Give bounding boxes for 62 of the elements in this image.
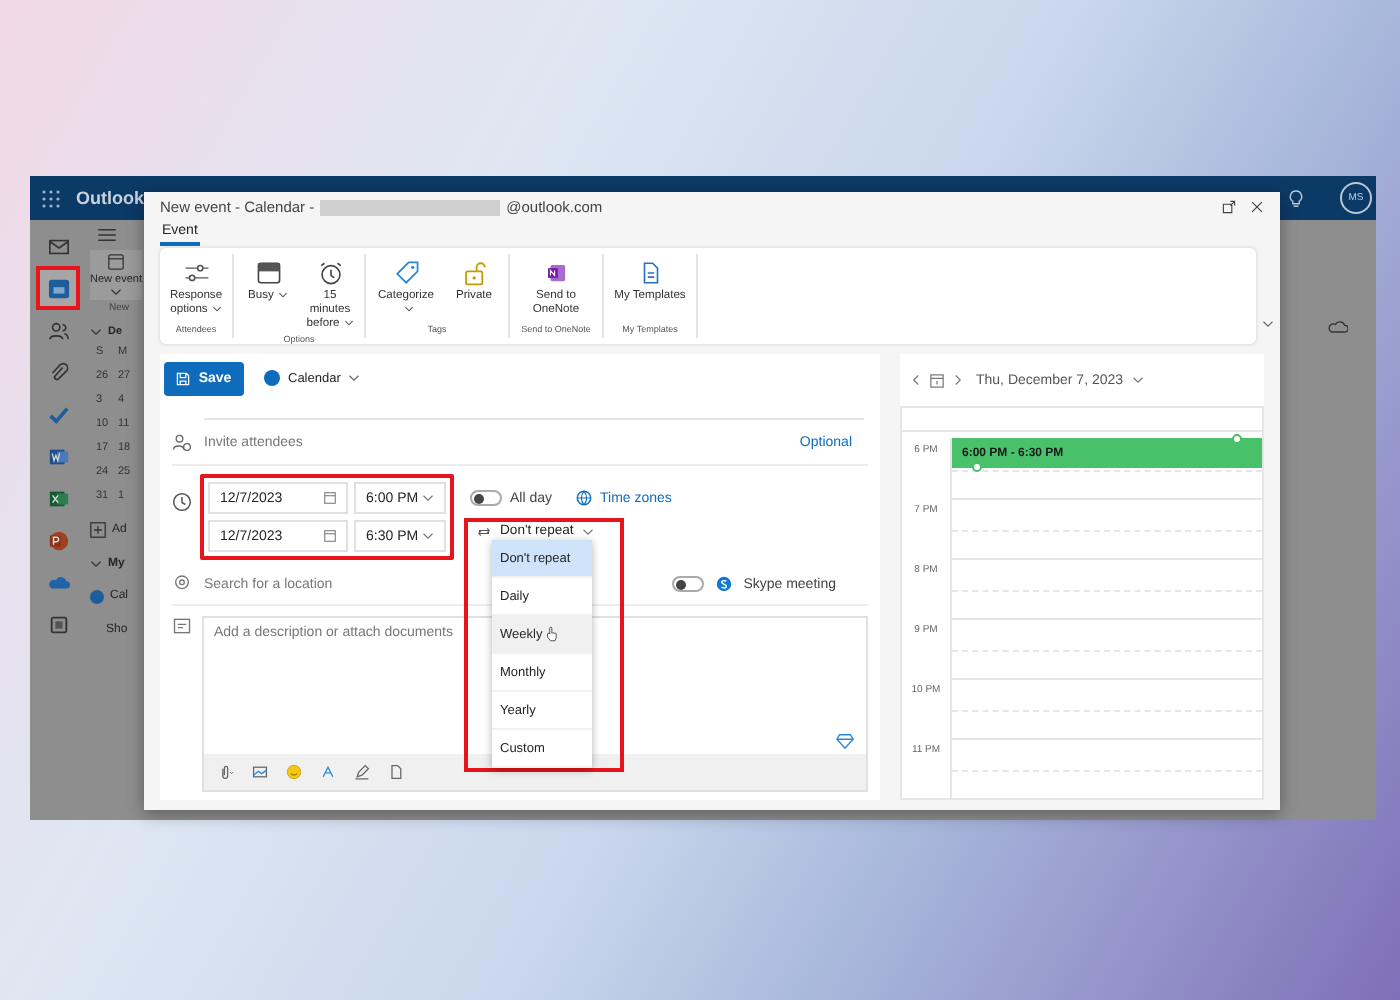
calendar-icon	[108, 254, 124, 270]
chevron-down-icon[interactable]	[90, 327, 102, 336]
chevron-down-icon	[581, 527, 594, 535]
excel-icon	[47, 487, 69, 509]
image-icon[interactable]	[252, 764, 268, 780]
emoji-icon[interactable]	[286, 764, 302, 780]
chevron-right-icon[interactable]	[954, 374, 962, 386]
chevron-left-icon[interactable]	[912, 374, 920, 386]
chevron-down-icon	[1131, 375, 1144, 384]
chevron-down-icon[interactable]	[1262, 320, 1274, 328]
people-icon	[47, 319, 69, 341]
sliders-icon	[183, 260, 209, 286]
word-icon	[47, 445, 69, 467]
padlock-icon	[461, 260, 487, 286]
all-day-toggle[interactable]	[470, 490, 502, 506]
chevron-down-icon	[110, 287, 122, 296]
notes-icon	[172, 616, 192, 636]
alarm-clock-icon	[317, 260, 343, 286]
pen-icon[interactable]	[354, 764, 370, 780]
app-launcher-icon[interactable]	[42, 189, 60, 207]
menu-icon[interactable]	[98, 228, 116, 242]
powerpoint-icon	[47, 529, 69, 551]
chevron-down-icon	[211, 306, 222, 313]
calendar-icon	[47, 277, 69, 299]
onenote-icon	[543, 260, 569, 286]
people-add-icon	[172, 432, 192, 452]
app-name: Outlook	[76, 188, 144, 208]
chevron-down-icon	[343, 320, 354, 327]
chevron-down-icon	[403, 306, 413, 313]
chevron-down-icon	[422, 532, 434, 540]
calendar-icon	[324, 492, 336, 504]
pop-out-icon[interactable]	[1222, 200, 1236, 215]
calendar-icon	[324, 530, 336, 542]
attach-icon	[47, 361, 69, 383]
onedrive-icon	[47, 571, 69, 593]
chevron-down-icon	[348, 374, 361, 382]
chevron-down-icon	[422, 494, 434, 502]
skype-meeting-toggle[interactable]	[671, 576, 704, 592]
diamond-icon[interactable]	[836, 732, 854, 750]
mail-icon	[47, 235, 69, 257]
cloud-icon	[1328, 320, 1348, 334]
tag-icon	[393, 260, 419, 286]
apps-icon	[47, 613, 69, 635]
today-icon[interactable]	[930, 373, 944, 387]
chevron-down-icon[interactable]	[90, 559, 102, 568]
calendar-checkbox[interactable]	[90, 589, 104, 604]
clock-icon	[172, 492, 192, 512]
app-rail-button[interactable]	[40, 270, 76, 306]
globe-icon	[576, 490, 593, 506]
todo-icon	[47, 403, 69, 425]
skype-icon	[715, 576, 732, 592]
calendar-color-dot	[264, 370, 280, 386]
location-pin-icon	[172, 574, 192, 594]
document-icon[interactable]	[388, 764, 404, 780]
chevron-down-icon	[277, 291, 288, 298]
add-calendar-icon	[90, 521, 106, 538]
paperclip-icon[interactable]	[218, 764, 234, 780]
close-icon[interactable]	[1250, 200, 1264, 215]
busy-status-icon	[255, 260, 281, 286]
repeat-icon	[476, 525, 492, 537]
lightbulb-icon[interactable]	[1288, 187, 1304, 209]
hand-cursor-icon	[546, 626, 559, 642]
